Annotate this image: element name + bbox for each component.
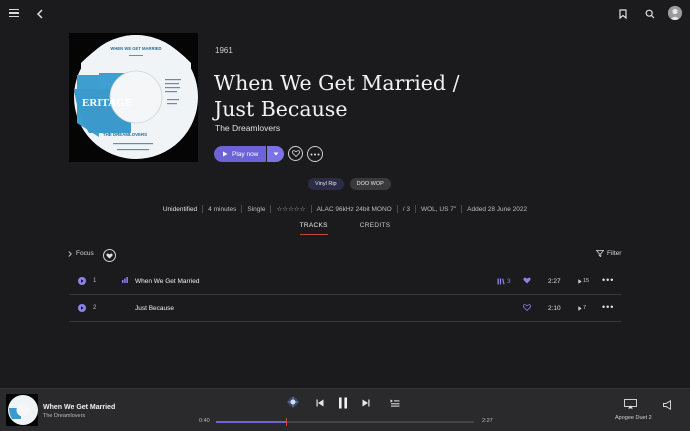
track-play-count-value: 15 <box>583 278 590 284</box>
meta-label: Unidentified <box>162 205 198 213</box>
label-song-text: WHEN WE GET MARRIED <box>110 46 161 51</box>
next-track-icon[interactable] <box>362 399 370 407</box>
track-duration: 2:27 <box>548 278 561 285</box>
filter-icon <box>596 250 604 257</box>
meta-added: Added 28 June 2022 <box>467 205 528 213</box>
now-playing-artist[interactable]: The Dreamlovers <box>43 413 85 419</box>
seek-bar-progress <box>216 421 286 423</box>
filter-label: Filter <box>607 250 622 257</box>
current-time: 0:40 <box>199 418 210 424</box>
player-bar: When We Get Married The Dreamlovers 0:40… <box>0 388 690 431</box>
track-favorite-heart-icon[interactable] <box>523 277 531 284</box>
track-row[interactable]: 1 When We Get Married 3 2:27 15 ••• <box>69 270 621 295</box>
track-play-icon[interactable] <box>78 304 86 312</box>
track-play-count-value: 7 <box>583 305 587 311</box>
menu-icon[interactable] <box>8 8 20 18</box>
meta-release: WOL, US 7" <box>420 205 457 213</box>
output-device-label[interactable]: Apogee Duet 2 <box>615 415 652 421</box>
meta-rating[interactable]: ☆☆☆☆☆ <box>276 205 305 213</box>
track-title[interactable]: Just Because <box>135 305 174 312</box>
more-icon <box>310 153 320 156</box>
tag-doo-wop[interactable]: DOO WOP <box>349 178 391 190</box>
heart-icon <box>291 150 300 157</box>
meta-quality: ALAC 96kHz 24bit MONO <box>316 205 392 213</box>
album-art: ERITAGE WHEN WE GET MARRIED THE DREAMLOV… <box>69 33 198 162</box>
heart-filled-icon <box>106 253 113 259</box>
now-playing-title[interactable]: When We Get Married <box>43 404 115 411</box>
play-icon <box>222 151 228 157</box>
focus-label: Focus <box>76 250 94 257</box>
track-play-count: 7 <box>578 305 586 311</box>
now-playing-art[interactable] <box>6 394 38 426</box>
pause-icon[interactable] <box>338 397 348 409</box>
chevron-right-icon <box>68 250 72 257</box>
play-now-button[interactable]: Play now <box>214 146 266 162</box>
airplay-device-icon[interactable] <box>624 399 637 409</box>
avatar[interactable] <box>668 6 682 20</box>
tab-tracks[interactable]: TRACKS <box>299 222 328 235</box>
album-year: 1961 <box>215 46 233 55</box>
track-duration: 2:10 <box>548 305 561 312</box>
track-versions-button[interactable]: 3 <box>497 278 511 285</box>
meta-format: Single <box>247 205 266 213</box>
meta-disc-count: / 3 <box>402 205 410 213</box>
visualizer-icon[interactable] <box>287 396 299 408</box>
meta-length: 4 minutes <box>208 205 237 213</box>
track-title[interactable]: When We Get Married <box>135 278 200 285</box>
play-options-dropdown[interactable] <box>267 146 284 162</box>
now-playing-record-image <box>6 394 38 426</box>
track-number: 2 <box>93 305 97 311</box>
record-label-image: ERITAGE WHEN WE GET MARRIED THE DREAMLOV… <box>69 33 198 162</box>
play-count-icon <box>578 305 582 311</box>
track-favorite-heart-icon[interactable] <box>523 304 531 311</box>
track-list: 1 When We Get Married 3 2:27 15 ••• 2 Ju… <box>69 270 621 324</box>
album-title-line-2: Just Because <box>214 97 348 121</box>
track-play-icon[interactable] <box>78 277 86 285</box>
versions-icon <box>497 278 505 285</box>
album-tabs: TRACKS CREDITS <box>0 222 690 235</box>
seek-bar-handle[interactable] <box>285 418 287 426</box>
label-artist-text: THE DREAMLOVERS <box>103 132 147 137</box>
track-play-count: 15 <box>578 278 589 284</box>
play-count-icon <box>578 278 582 284</box>
previous-track-icon[interactable] <box>316 399 324 407</box>
album-title: When We Get Married / Just Because <box>214 70 594 122</box>
focus-favorites-button[interactable] <box>103 249 116 262</box>
track-number: 1 <box>93 278 97 284</box>
chevron-left-icon[interactable] <box>34 7 46 21</box>
caret-down-icon <box>273 152 279 156</box>
album-more-button[interactable] <box>307 146 323 162</box>
total-time: 2:27 <box>482 418 493 424</box>
focus-toggle[interactable]: Focus <box>68 250 94 257</box>
seek-bar[interactable] <box>216 418 474 426</box>
album-meta-row: Unidentified 4 minutes Single ☆☆☆☆☆ ALAC… <box>0 205 690 213</box>
volume-icon[interactable] <box>663 400 672 410</box>
tab-credits[interactable]: CREDITS <box>360 222 391 235</box>
search-icon[interactable] <box>644 7 656 21</box>
hi-res-quality-icon <box>122 277 128 283</box>
genre-tags: Vinyl Rip DOO WOP <box>308 178 391 190</box>
album-title-line-1: When We Get Married / <box>214 71 460 95</box>
play-now-label: Play now <box>232 150 259 158</box>
track-versions-count: 3 <box>507 278 511 285</box>
play-group: Play now <box>214 146 284 162</box>
label-brand-text: ERITAGE <box>82 97 132 109</box>
track-more-icon[interactable]: ••• <box>602 275 614 285</box>
filter-button[interactable]: Filter <box>596 250 621 257</box>
track-more-icon[interactable]: ••• <box>602 302 614 312</box>
album-artist-link[interactable]: The Dreamlovers <box>215 123 280 133</box>
top-bar <box>0 0 690 28</box>
queue-icon[interactable] <box>390 399 400 407</box>
favorite-album-button[interactable] <box>288 146 303 161</box>
tag-vinyl-rip[interactable]: Vinyl Rip <box>308 178 344 190</box>
bookmark-icon[interactable] <box>617 7 629 21</box>
track-row[interactable]: 2 Just Because 2:10 7 ••• <box>69 297 621 322</box>
